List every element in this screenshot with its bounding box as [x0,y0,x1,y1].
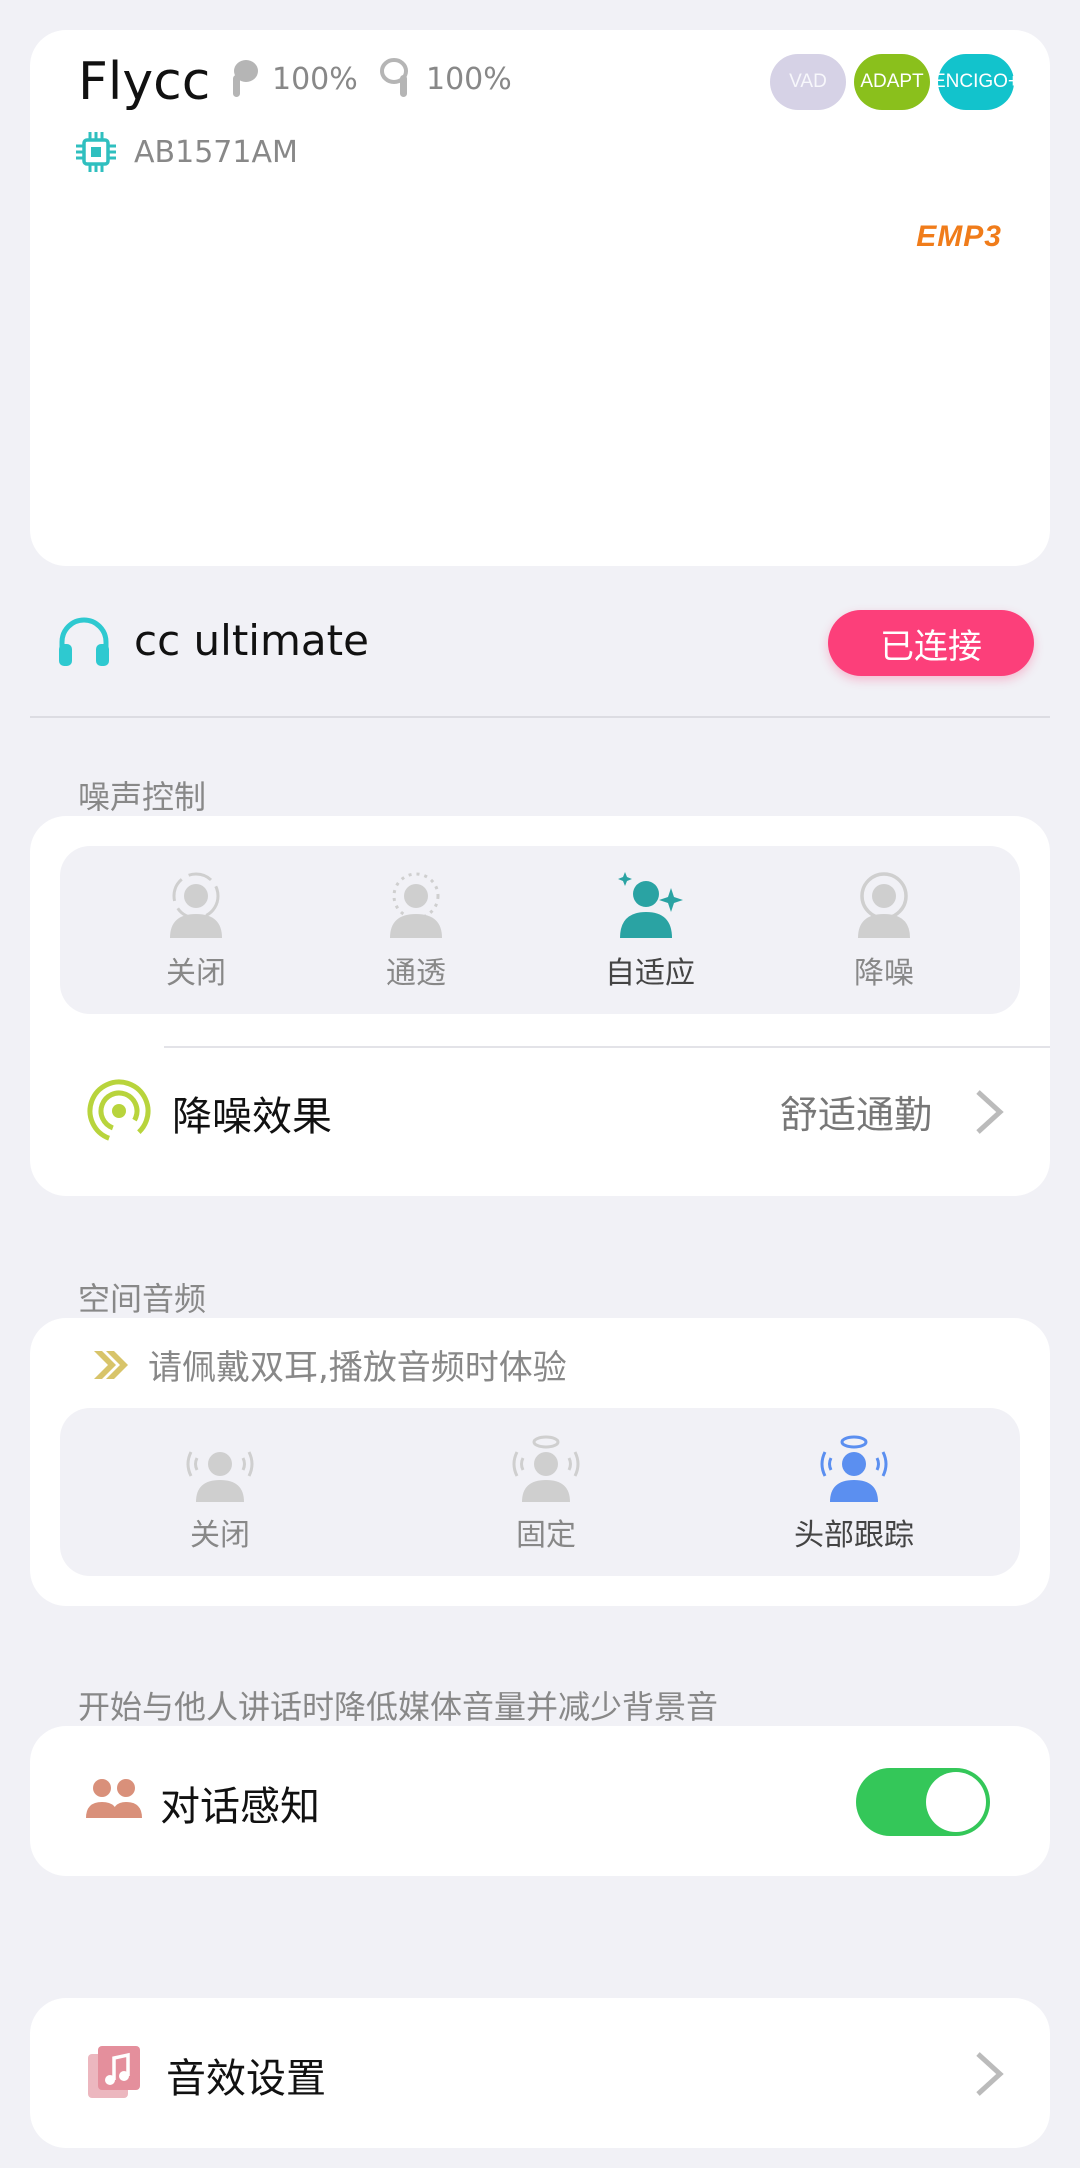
inner-divider [164,1046,1050,1048]
anc-effect-value: 舒适通勤 [779,1093,932,1137]
noise-control-card: 关闭 通透 自适应 降噪 降噪效果 舒适通勤 [30,816,1050,1196]
sound-settings-card[interactable]: 音效设置 [30,1998,1050,2148]
spatial-mode-selector: 关闭 固定 头部跟踪 [60,1408,1020,1576]
right-earbud-icon [380,58,408,97]
person-anc-icon [858,872,910,938]
spatial-mode-label: 固定 [516,1518,576,1553]
spatial-off-icon [186,1451,254,1502]
noise-mode-anc[interactable]: 降噪 [804,868,964,992]
noise-mode-label: 通透 [386,956,446,991]
connected-device-row[interactable]: cc ultimate 已连接 [56,610,1036,680]
left-earbud-icon [233,60,258,97]
people-icon [86,1779,142,1818]
chevron-right-icon [976,1090,1004,1134]
anc-effect-row[interactable]: 降噪效果 舒适通勤 [30,1056,1050,1166]
noise-mode-label: 自适应 [605,956,695,991]
chip-model: AB1571AM [134,134,298,170]
anc-effect-icon [87,1079,151,1143]
toggle-knob [926,1772,986,1832]
device-name: Flycc [78,52,211,112]
noise-mode-selector: 关闭 通透 自适应 降噪 [60,846,1020,1014]
enc-badge-line1: ENC [932,71,974,93]
conversation-toggle[interactable] [856,1768,990,1836]
person-transparency-icon [390,872,442,938]
spatial-mode-off[interactable]: 关闭 [140,1430,300,1554]
spatial-fixed-icon [512,1435,580,1502]
left-earbud-battery: 100% [226,58,358,100]
right-battery-value: 100% [426,61,512,97]
person-off-icon [170,872,222,938]
conversation-description: 开始与他人讲话时降低媒体音量并减少背景音 [78,1688,719,1726]
spatial-audio-title: 空间音频 [78,1280,207,1318]
feature-badges: VAD ADAPT ENC IGO+ [770,54,1019,110]
music-note-icon [88,2046,140,2098]
headphones-icon [59,617,109,666]
head-tracking-icon [820,1435,888,1502]
anc-effect-title: 降噪效果 [172,1094,332,1140]
spatial-hint-text: 请佩戴双耳,播放音频时体验 [148,1348,567,1388]
chip-info: AB1571AM [74,130,298,174]
noise-mode-transparency[interactable]: 通透 [336,868,496,992]
spatial-mode-head-tracking[interactable]: 头部跟踪 [774,1430,934,1554]
conversation-title: 对话感知 [160,1784,320,1830]
person-adaptive-icon [618,872,683,938]
noise-mode-off[interactable]: 关闭 [116,868,276,992]
spatial-audio-card: 请佩戴双耳,播放音频时体验 关闭 固定 头部跟踪 [30,1318,1050,1606]
chevron-right-icon [976,2052,1004,2096]
double-chevron-icon [94,1350,128,1379]
noise-mode-label: 关闭 [166,956,226,991]
enc-badge-line2: IGO+ [973,71,1020,93]
spatial-mode-label: 头部跟踪 [794,1518,914,1553]
connection-status-button[interactable]: 已连接 [828,610,1034,676]
adapt-badge: ADAPT [854,54,930,110]
noise-control-title: 噪声控制 [78,778,207,816]
conversation-card: 对话感知 [30,1726,1050,1876]
section-divider [30,716,1050,718]
device-model-name: cc ultimate [134,616,369,665]
enc-badge: ENC IGO+ [933,54,1019,110]
spatial-mode-fixed[interactable]: 固定 [466,1430,626,1554]
device-header-card: Flycc 100% 100% AB1571AM VAD ADAPT ENC I… [30,30,1050,566]
sound-settings-row[interactable]: 音效设置 [30,2018,1050,2128]
right-earbud-battery: 100% [380,58,512,100]
soundwave-logo [78,220,1008,411]
spatial-mode-label: 关闭 [190,1518,250,1553]
sound-settings-title: 音效设置 [166,2056,326,2102]
left-battery-value: 100% [272,61,358,97]
chip-icon [76,132,116,172]
spatial-hint: 请佩戴双耳,播放音频时体验 [92,1340,567,1389]
noise-mode-adaptive[interactable]: 自适应 [570,868,730,992]
noise-mode-label: 降噪 [854,956,914,991]
vad-badge: VAD [770,54,846,110]
